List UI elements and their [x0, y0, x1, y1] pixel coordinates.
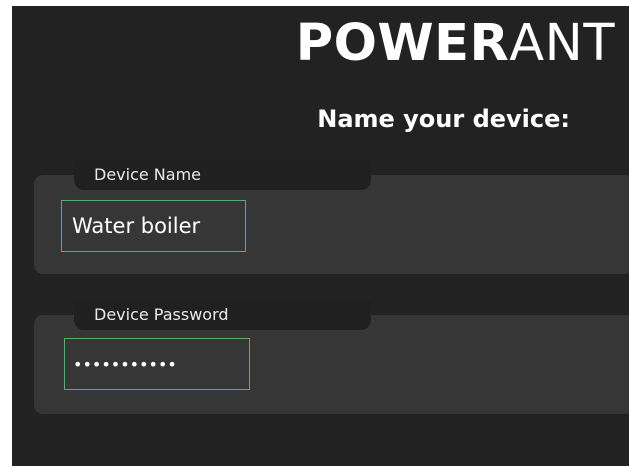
device-password-label-tab: Device Password [74, 300, 371, 330]
setup-screen: POWERANT Name your device: Device Name D… [12, 6, 629, 466]
device-name-label-tab: Device Name [74, 160, 371, 190]
device-password-label: Device Password [94, 305, 229, 324]
device-password-input[interactable] [64, 338, 250, 390]
brand-logo-bold: POWER [295, 14, 510, 73]
bottom-bar [12, 430, 629, 466]
page-title: Name your device: [317, 105, 570, 133]
brand-logo-light: ANT [509, 14, 615, 73]
device-name-label: Device Name [94, 165, 202, 184]
brand-logo: POWERANT [296, 18, 615, 69]
device-name-input[interactable] [61, 200, 246, 252]
